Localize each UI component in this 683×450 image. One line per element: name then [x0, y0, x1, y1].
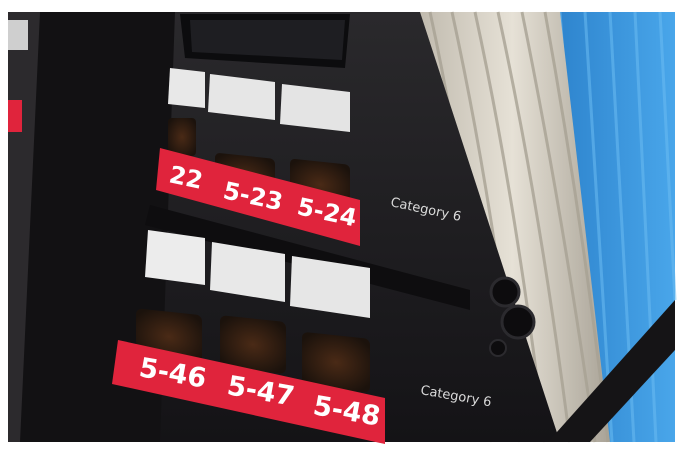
patch-panel-photo: 22 5-23 5-24 Category 6 5-46 5-47 5-48 C… [0, 0, 683, 450]
photo-frame: 22 5-23 5-24 Category 6 5-46 5-47 5-48 C… [8, 11, 677, 444]
